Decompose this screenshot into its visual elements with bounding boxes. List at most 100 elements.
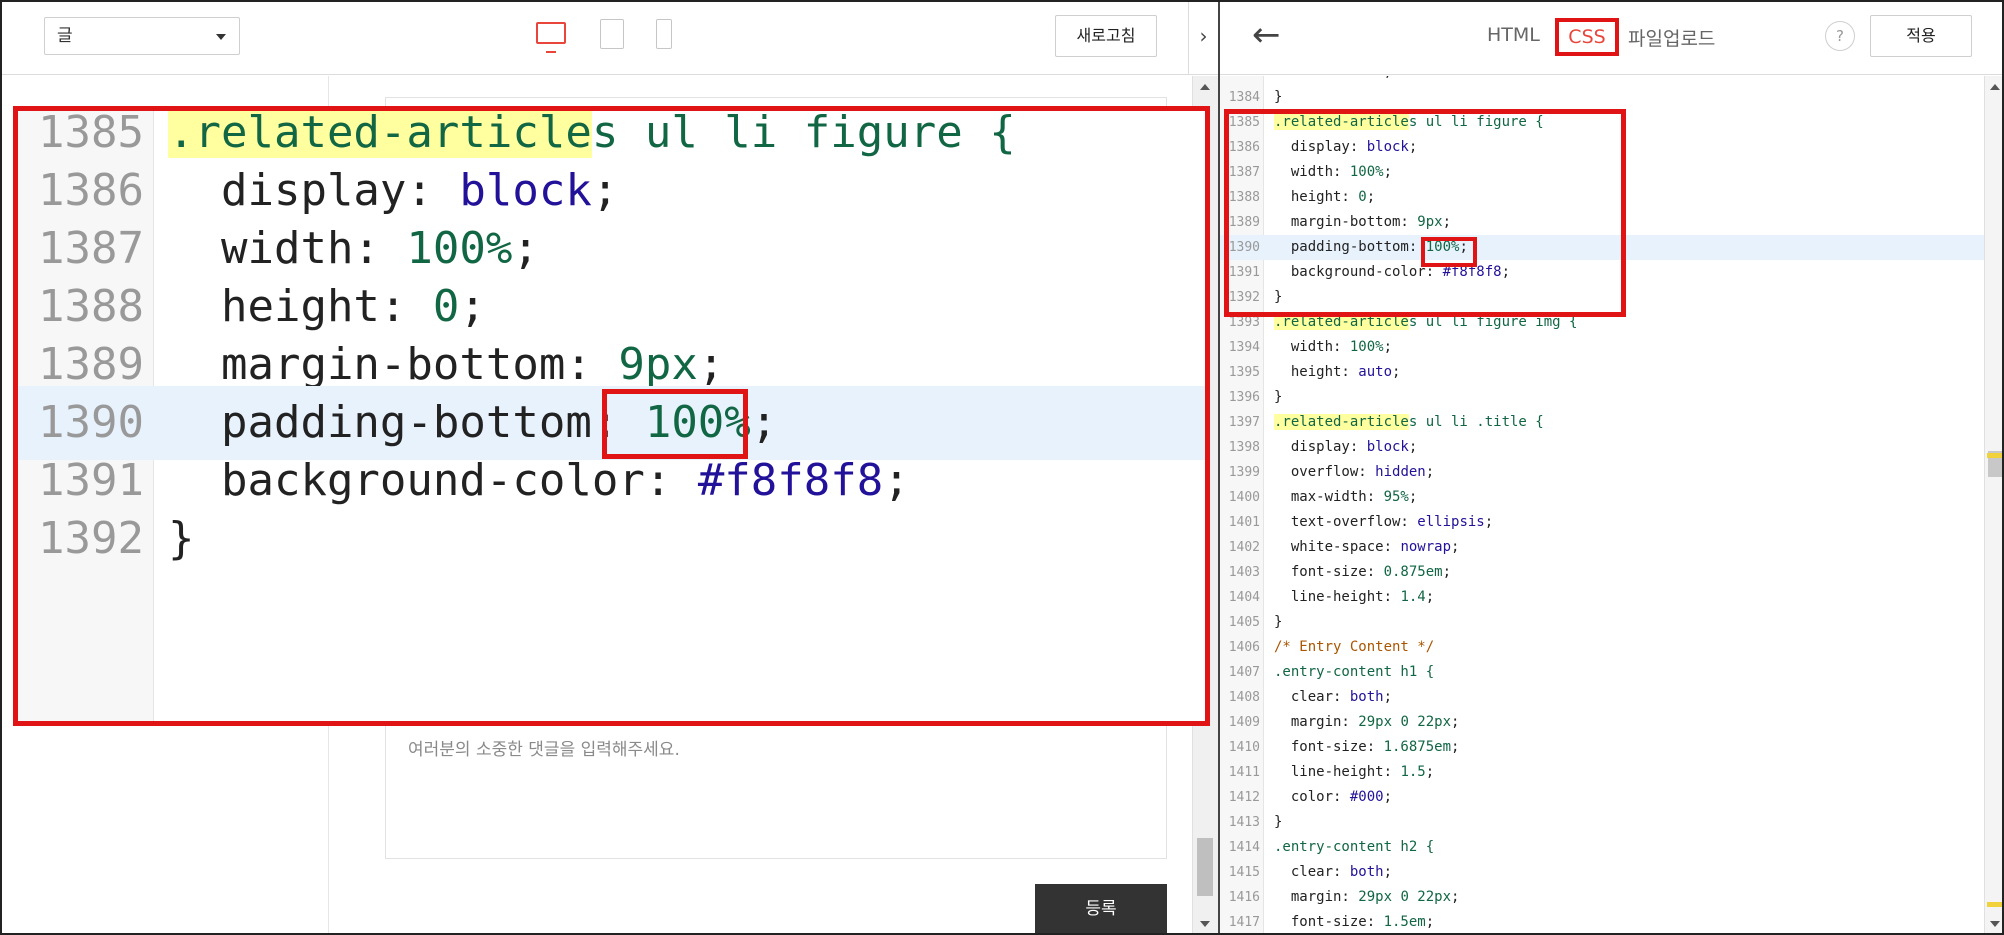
code-text: width: 100%; <box>1274 335 1392 360</box>
tablet-icon[interactable] <box>600 19 624 49</box>
editor-value-highlight-box <box>1421 237 1477 267</box>
editor-line: 1396} <box>1220 385 1984 410</box>
apply-button[interactable]: 적용 <box>1870 15 1972 57</box>
code-text: white-space: nowrap; <box>1274 535 1460 560</box>
editor-line: 1404 line-height: 1.4; <box>1220 585 1984 610</box>
editor-line: 1394 width: 100%; <box>1220 335 1984 360</box>
code-text: color: #555; <box>1274 76 1392 85</box>
editor-line: 1383 color: #555; <box>1220 76 1984 85</box>
collapse-panel-icon[interactable]: › <box>1188 0 1218 75</box>
css-value: 1.5em <box>1383 914 1426 930</box>
tab-css[interactable]: CSS <box>1555 18 1619 56</box>
punctuation: ; <box>1451 739 1460 755</box>
punctuation: ; <box>1451 889 1460 905</box>
code-text: margin: 29px 0 22px; <box>1274 885 1460 910</box>
pc-icon[interactable] <box>536 22 566 53</box>
css-value: #000 <box>1349 789 1384 805</box>
code-text: line-height: 1.4; <box>1274 585 1434 610</box>
punctuation: ; <box>1425 464 1435 480</box>
editor-line: 1408 clear: both; <box>1220 685 1984 710</box>
css-property: font-size: <box>1274 914 1384 930</box>
css-property: height: <box>168 281 433 332</box>
tab-html[interactable]: HTML <box>1487 24 1540 46</box>
editor-scrollbar[interactable] <box>1984 76 2004 935</box>
scroll-down-icon[interactable] <box>1990 921 2000 927</box>
tab-file-upload[interactable]: 파일업로드 <box>1628 24 1715 51</box>
comment-input[interactable]: 여러분의 소중한 댓글을 입력해주세요. <box>408 735 680 760</box>
code-text: } <box>1274 610 1282 635</box>
css-property: height: <box>1274 364 1359 380</box>
scroll-thumb[interactable] <box>1197 838 1213 896</box>
css-value: auto <box>1358 364 1393 380</box>
code-text: line-height: 1.5; <box>1274 760 1434 785</box>
code-text: } <box>1274 810 1282 835</box>
scroll-up-icon[interactable] <box>1990 84 2000 90</box>
line-number: 1414 <box>1228 840 1260 855</box>
punctuation: } <box>1274 814 1283 830</box>
editor-toolbar: ← HTML CSS 파일업로드 ? 적용 <box>1220 0 2004 75</box>
editor-line: 1405} <box>1220 610 1984 635</box>
editor-line: 1400 max-width: 95%; <box>1220 485 1984 510</box>
editor-line: 1413} <box>1220 810 1984 835</box>
punctuation: } <box>1274 389 1283 405</box>
refresh-button[interactable]: 새로고침 <box>1055 15 1157 57</box>
selector: s ul li .title { <box>1408 414 1544 430</box>
css-value: 9px <box>618 339 698 390</box>
scroll-up-icon[interactable] <box>1200 84 1210 90</box>
punctuation: ; <box>1383 864 1393 880</box>
editor-line: 1410 font-size: 1.6875em; <box>1220 735 1984 760</box>
editor-line: 1402 white-space: nowrap; <box>1220 535 1984 560</box>
editor-line: 1409 margin: 29px 0 22px; <box>1220 710 1984 735</box>
line-number: 1412 <box>1228 790 1260 805</box>
css-value: block <box>1366 439 1409 455</box>
css-value: 29px 0 22px <box>1358 714 1452 730</box>
code-text: } <box>168 502 195 576</box>
help-icon[interactable]: ? <box>1825 21 1855 51</box>
line-number: 1404 <box>1228 590 1260 605</box>
css-property: width: <box>1274 339 1350 355</box>
css-property: overflow: <box>1274 464 1376 480</box>
preview-toolbar: 글 새로고침 › <box>0 0 1218 75</box>
code-comment: /* Entry Content */ <box>1274 639 1435 655</box>
css-value: 0 <box>432 281 460 332</box>
line-number: 1408 <box>1228 690 1260 705</box>
punctuation: ; <box>1425 589 1435 605</box>
code-text: .entry-content h2 { <box>1274 835 1434 860</box>
submit-comment-button[interactable]: 등록 <box>1035 884 1167 934</box>
back-arrow-icon[interactable]: ← <box>1252 18 1281 52</box>
editor-line: 1417 font-size: 1.5em; <box>1220 910 1984 935</box>
code-text: max-width: 95%; <box>1274 485 1417 510</box>
mobile-icon[interactable] <box>656 19 672 49</box>
editor-line: 1395 height: auto; <box>1220 360 1984 385</box>
editor-line: 1411 line-height: 1.5; <box>1220 760 1984 785</box>
punctuation: ; <box>459 281 486 332</box>
zoom-value-highlight-box <box>602 389 748 459</box>
css-property: font-size: <box>1274 564 1384 580</box>
editor-line: 1401 text-overflow: ellipsis; <box>1220 510 1984 535</box>
css-value: both <box>1349 689 1384 705</box>
zoom-line: 1392} <box>18 502 1205 576</box>
code-text: font-size: 1.5em; <box>1274 910 1434 935</box>
css-value: 1.4 <box>1400 589 1426 605</box>
css-property: display: <box>168 165 460 216</box>
code-text: font-size: 0.875em; <box>1274 560 1451 585</box>
editor-line: 1399 overflow: hidden; <box>1220 460 1984 485</box>
css-property: margin: <box>1274 889 1359 905</box>
line-number: 1403 <box>1228 565 1260 580</box>
css-property: font-size: <box>1274 739 1384 755</box>
search-match-marker <box>1987 453 2003 458</box>
line-number: 1410 <box>1228 740 1260 755</box>
css-value: nowrap <box>1400 539 1452 555</box>
line-number: 1398 <box>1228 440 1260 455</box>
editor-line: 1398 display: block; <box>1220 435 1984 460</box>
punctuation: ; <box>1392 364 1401 380</box>
post-type-value: 글 <box>57 26 73 46</box>
punctuation: ; <box>1484 514 1494 530</box>
editor-line: 1397 .related-articles ul li .title { <box>1220 410 1984 435</box>
css-property: color: <box>1274 76 1350 80</box>
post-type-select[interactable]: 글 <box>44 17 240 55</box>
line-number: 1392 <box>38 513 144 564</box>
scroll-down-icon[interactable] <box>1200 921 1210 927</box>
css-property: white-space: <box>1274 539 1401 555</box>
css-value: block <box>459 165 592 216</box>
